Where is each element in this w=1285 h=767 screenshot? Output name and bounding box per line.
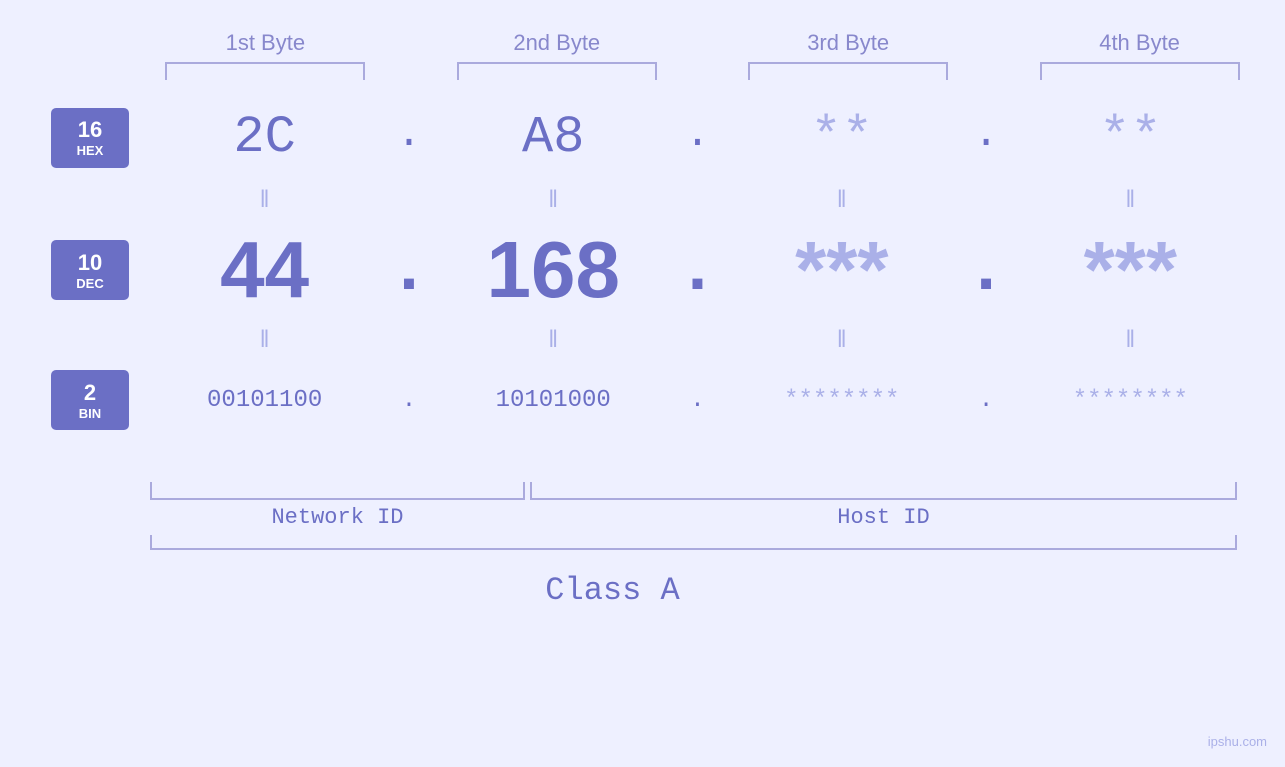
hex-name: HEX (77, 143, 104, 158)
dec-byte2: 168 (453, 224, 653, 316)
bin-name: BIN (79, 406, 101, 421)
eq7: ‖ (742, 326, 942, 354)
host-id-bracket (530, 482, 1237, 500)
byte2-header: 2nd Byte (457, 30, 657, 56)
eq8: ‖ (1030, 326, 1230, 354)
byte1-bracket-top (165, 62, 365, 80)
bin-base-label: 2 BIN (51, 370, 129, 430)
bin-dot1: . (394, 387, 424, 414)
dec-dot1: . (394, 225, 424, 315)
eq3: ‖ (742, 186, 942, 214)
dec-dot3: . (971, 225, 1001, 315)
dec-byte1: 44 (165, 224, 365, 316)
dec-base-label: 10 DEC (51, 240, 129, 300)
dec-byte3: *** (742, 224, 942, 316)
hex-byte2: A8 (453, 108, 653, 167)
hex-dot3: . (971, 110, 1001, 166)
class-label: Class A (545, 572, 679, 609)
outer-bracket (150, 535, 1237, 550)
watermark: ipshu.com (1208, 734, 1267, 749)
eq1: ‖ (165, 186, 365, 214)
bin-dot3: . (971, 387, 1001, 414)
dec-byte4: *** (1030, 224, 1230, 316)
network-id-label: Network ID (150, 505, 525, 530)
bin-byte3: ******** (742, 387, 942, 414)
dec-name: DEC (76, 276, 103, 291)
bin-byte2: 10101000 (453, 387, 653, 414)
eq4: ‖ (1030, 186, 1230, 214)
byte2-bracket-top (457, 62, 657, 80)
hex-base-label: 16 HEX (51, 108, 129, 168)
dec-dot2: . (682, 225, 712, 315)
byte4-bracket-top (1040, 62, 1240, 80)
byte1-header: 1st Byte (165, 30, 365, 56)
byte3-header: 3rd Byte (748, 30, 948, 56)
dec-number: 10 (78, 250, 102, 276)
main-container: 1st Byte 2nd Byte 3rd Byte 4th Byte 16 H… (0, 0, 1285, 767)
bin-dot2: . (682, 387, 712, 414)
bin-byte4: ******** (1030, 387, 1230, 414)
bin-number: 2 (84, 380, 96, 406)
hex-number: 16 (78, 117, 102, 143)
eq5: ‖ (165, 326, 365, 354)
hex-dot2: . (682, 110, 712, 166)
host-id-label: Host ID (530, 505, 1237, 530)
hex-byte1: 2C (165, 108, 365, 167)
eq6: ‖ (453, 326, 653, 354)
hex-byte3: ** (742, 108, 942, 167)
hex-dot1: . (394, 110, 424, 166)
byte3-bracket-top (748, 62, 948, 80)
byte4-header: 4th Byte (1040, 30, 1240, 56)
bin-byte1: 00101100 (165, 387, 365, 414)
network-id-bracket (150, 482, 525, 500)
eq2: ‖ (453, 186, 653, 214)
hex-byte4: ** (1030, 108, 1230, 167)
